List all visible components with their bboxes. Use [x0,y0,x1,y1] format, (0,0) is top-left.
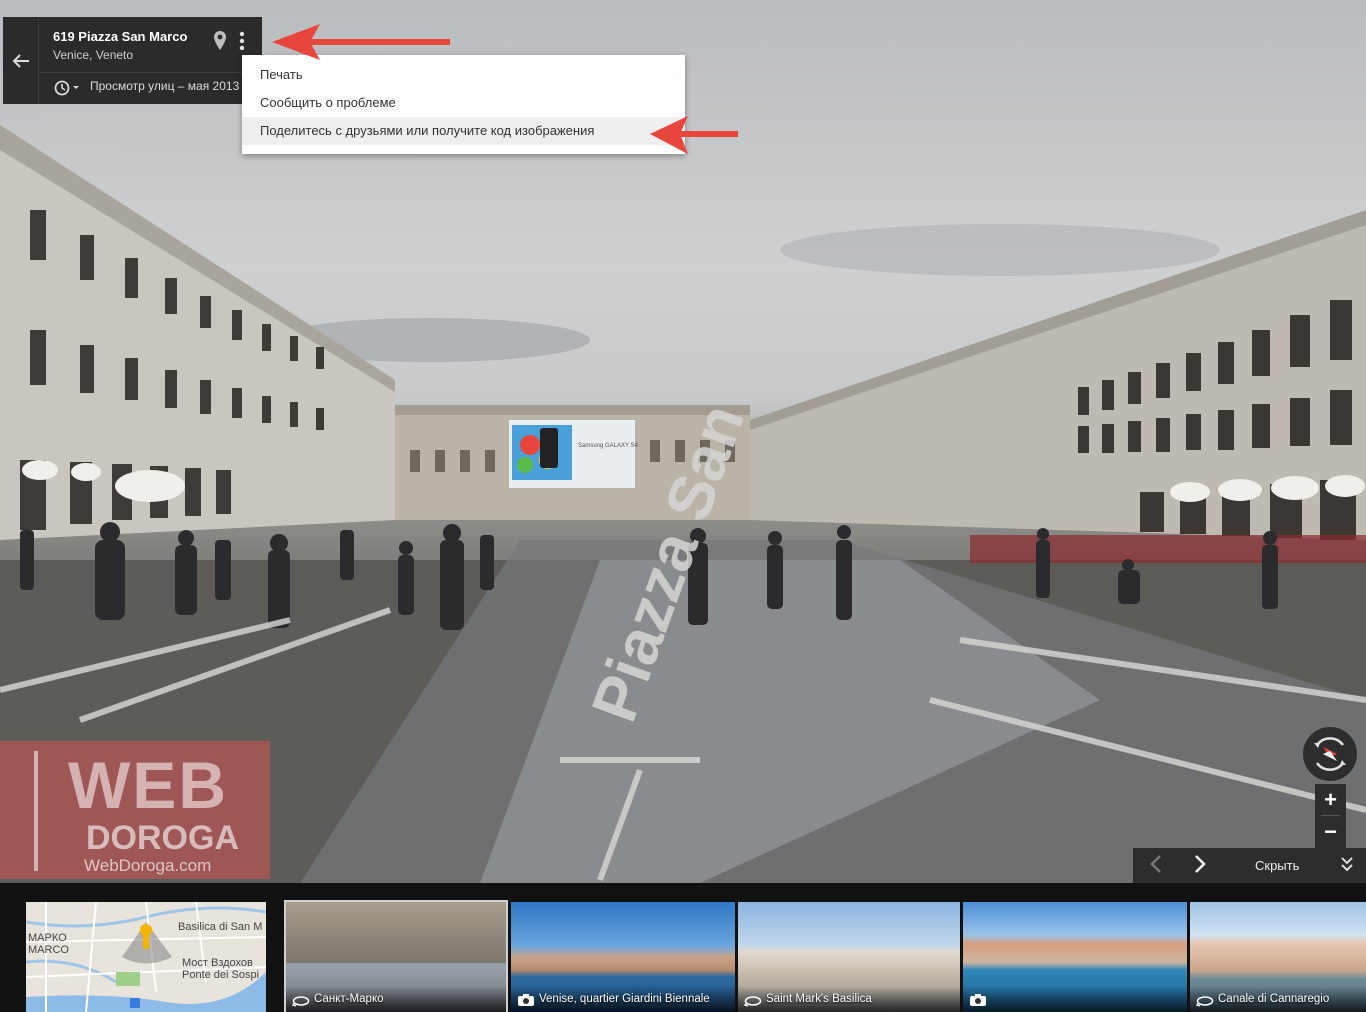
thumbnail-label: Санкт-Марко [314,993,384,1005]
thumbnail-giardini[interactable]: Venise, quartier Giardini Biennale [511,902,735,1012]
chevron-left-icon [1150,855,1161,873]
thumbnail-caption [963,986,1187,1012]
watermark-doroga: DOROGA [86,819,239,857]
compass-icon [1314,737,1346,771]
place-title: 619 Piazza San Marco [53,29,188,44]
zoom-control: + − [1315,784,1346,848]
card-divider [39,72,262,73]
billboard-text: Samsung GALAXY S4 [578,443,639,449]
360-icon [744,996,762,1007]
thumbnail-label: Venise, quartier Giardini Biennale [539,993,710,1005]
prev-photo-button[interactable] [1143,854,1169,878]
double-chevron-down-icon[interactable] [1340,856,1354,874]
camera-icon [970,994,986,1006]
annotation-arrow-menu [650,116,738,154]
place-subtitle: Venice, Veneto [53,48,134,62]
map-pin-icon[interactable] [212,30,228,52]
clock-history-icon[interactable] [53,79,83,97]
360-icon [1196,996,1214,1007]
watermark-bar [34,751,38,871]
thumbnail-cannaregio[interactable]: Canale di Cannaregio [1190,902,1366,1012]
thumbnail-label: Canale di Cannaregio [1218,993,1330,1005]
360-icon [292,996,310,1007]
next-photo-button[interactable] [1187,854,1213,878]
back-button[interactable] [3,17,39,104]
menu-item-report-problem[interactable]: Сообщить о проблеме [242,89,685,117]
zoom-in-button[interactable]: + [1315,784,1346,815]
minimap-label: Basilica di San M [178,921,263,933]
chevron-right-icon [1195,855,1206,873]
thumbnail-riva[interactable] [963,902,1187,1012]
thumbnail-basilica[interactable]: Saint Mark's Basilica [738,902,960,1012]
webdoroga-watermark-logo: WEB DOROGA WebDoroga.com [0,741,270,879]
minimap[interactable]: МАРКО MARCO Basilica di San M Мост Вздох… [26,902,266,1012]
hide-filmstrip-button[interactable]: Скрыть [1255,858,1299,873]
minimap-label: MARCO [28,944,69,956]
compass-control[interactable] [1303,727,1357,781]
zoom-divider [1321,815,1340,816]
location-info-card: 619 Piazza San Marco Venice, Veneto Прос… [3,17,262,104]
imagery-date-label[interactable]: Просмотр улиц – мая 2013 [90,79,239,93]
menu-item-print[interactable]: Печать [242,61,685,89]
annotation-arrow-top [272,24,450,60]
thumbnail-label: Saint Mark's Basilica [766,993,872,1005]
filmstrip-header: Скрыть [1133,848,1366,883]
more-options-menu: Печать Сообщить о проблеме Поделитесь с … [242,55,685,154]
arrow-left-icon [12,53,29,68]
watermark-url: WebDoroga.com [84,856,212,875]
camera-icon [518,994,534,1006]
more-vert-icon[interactable] [236,30,248,52]
minimap-label: МАРКО [28,932,67,944]
minimap-label: Мост Вздохов [182,957,253,969]
street-view-window: Samsung GALAXY S4 Piazza San 619 Piazza … [0,0,1366,1012]
watermark-web: WEB [68,748,228,822]
photo-filmstrip: МАРКО MARCO Basilica di San M Мост Вздох… [0,883,1366,1012]
menu-item-share-embed[interactable]: Поделитесь с друзьями или получите код и… [242,117,685,145]
minimap-label: Ponte dei Sospi [182,969,260,981]
thumbnail-san-marco[interactable]: Санкт-Марко [284,900,508,1012]
zoom-out-button[interactable]: − [1315,817,1346,848]
